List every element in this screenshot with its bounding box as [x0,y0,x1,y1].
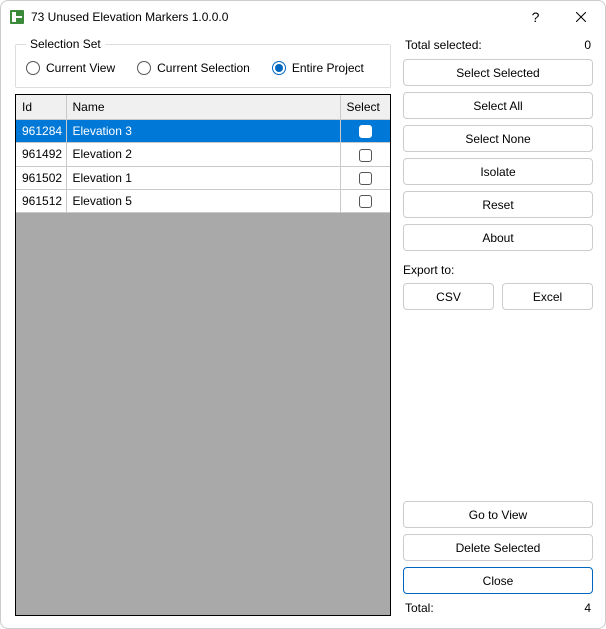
radio-label: Entire Project [292,61,364,75]
total-selected-row: Total selected: 0 [403,37,593,53]
radio-icon [137,61,151,75]
window-title: 73 Unused Elevation Markers 1.0.0.0 [31,10,228,24]
total-row: Total: 4 [403,600,593,616]
radio-label: Current View [46,61,115,75]
checkbox-icon[interactable] [359,172,372,185]
cell-id[interactable]: 961502 [16,166,66,189]
total-selected-value: 0 [584,38,591,52]
table-row[interactable]: 961502Elevation 1 [16,166,390,189]
delete-selected-button[interactable]: Delete Selected [403,534,593,561]
cell-select[interactable] [340,120,390,143]
reset-button[interactable]: Reset [403,191,593,218]
radio-icon [26,61,40,75]
cell-name[interactable]: Elevation 3 [66,120,340,143]
isolate-button[interactable]: Isolate [403,158,593,185]
results-grid[interactable]: Id Name Select 961284Elevation 3961492El… [15,94,391,616]
radio-icon [272,61,286,75]
help-button[interactable]: ? [513,2,558,32]
close-window-button[interactable] [558,2,603,32]
selection-set-legend: Selection Set [26,37,105,51]
about-button[interactable]: About [403,224,593,251]
selection-set-group: Selection Set Current View Current Selec… [15,37,391,88]
checkbox-icon[interactable] [359,149,372,162]
cell-select[interactable] [340,166,390,189]
table-row[interactable]: 961284Elevation 3 [16,120,390,143]
cell-name[interactable]: Elevation 2 [66,143,340,166]
table-row[interactable]: 961512Elevation 5 [16,189,390,212]
close-icon [576,12,586,22]
radio-entire-project[interactable]: Entire Project [272,61,364,75]
cell-select[interactable] [340,143,390,166]
select-all-button[interactable]: Select All [403,92,593,119]
close-button[interactable]: Close [403,567,593,594]
cell-select[interactable] [340,189,390,212]
select-selected-button[interactable]: Select Selected [403,59,593,86]
cell-name[interactable]: Elevation 1 [66,166,340,189]
select-none-button[interactable]: Select None [403,125,593,152]
total-label: Total: [405,601,434,615]
col-header-id[interactable]: Id [16,95,66,120]
export-excel-button[interactable]: Excel [502,283,593,310]
radio-current-selection[interactable]: Current Selection [137,61,250,75]
radio-current-view[interactable]: Current View [26,61,115,75]
cell-id[interactable]: 961284 [16,120,66,143]
radio-label: Current Selection [157,61,250,75]
cell-name[interactable]: Elevation 5 [66,189,340,212]
checkbox-icon[interactable] [359,195,372,208]
cell-id[interactable]: 961512 [16,189,66,212]
col-header-name[interactable]: Name [66,95,340,120]
export-label: Export to: [403,263,593,277]
table-row[interactable]: 961492Elevation 2 [16,143,390,166]
total-selected-label: Total selected: [405,38,482,52]
export-csv-button[interactable]: CSV [403,283,494,310]
total-value: 4 [584,601,591,615]
checkbox-icon[interactable] [359,125,372,138]
cell-id[interactable]: 961492 [16,143,66,166]
col-header-select[interactable]: Select [340,95,390,120]
go-to-view-button[interactable]: Go to View [403,501,593,528]
titlebar: 73 Unused Elevation Markers 1.0.0.0 ? [1,1,605,33]
app-icon [9,9,25,25]
